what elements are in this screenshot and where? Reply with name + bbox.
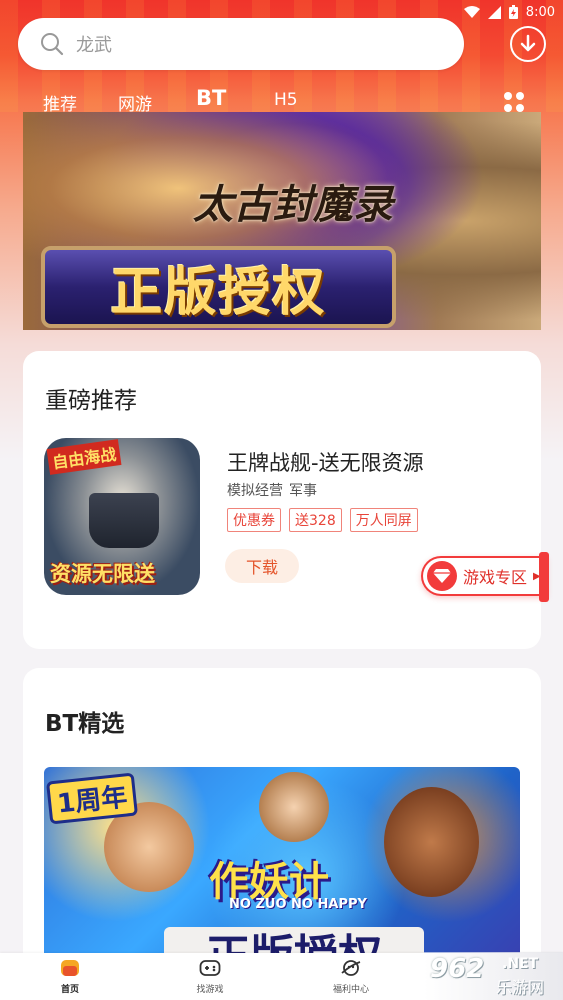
anniversary-badge: 1周年	[45, 772, 139, 825]
game-zone-button[interactable]: 游戏专区 ▶	[421, 552, 549, 602]
banner-plate: 正版授权	[41, 246, 396, 328]
bt-banner[interactable]: 1周年 作妖计 NO ZUO NO HAPPY 正版授权	[44, 767, 520, 968]
nav-home-label: 首页	[60, 985, 79, 995]
nav-home[interactable]: 首页	[30, 957, 110, 995]
tag-massive: 万人同屏	[349, 508, 418, 532]
nav-welfare-center[interactable]: 福利中心	[311, 957, 391, 995]
genre-label: 军事	[289, 483, 317, 499]
game-genres: 模拟经营 军事	[227, 480, 317, 500]
nav-find-games[interactable]: 找游戏	[170, 957, 250, 995]
game-icon-image[interactable]: 自由海战 资源无限送	[44, 438, 200, 595]
gift-planet-icon	[340, 957, 362, 979]
category-grid-icon[interactable]	[504, 92, 526, 114]
watermark-net: .NET	[502, 956, 539, 972]
banner-plate-text: 正版授权	[110, 262, 327, 323]
watermark-site-name: 乐游网	[496, 978, 545, 997]
status-time: 8:00	[525, 4, 555, 20]
home-icon	[59, 957, 81, 979]
diamond-icon	[427, 561, 457, 591]
bt-selection-card: BT精选 1周年 作妖计 NO ZUO NO HAPPY 正版授权	[23, 668, 541, 968]
site-watermark: 962 .NET 乐游网	[424, 952, 563, 1000]
tab-bt[interactable]: BT	[196, 86, 226, 110]
search-placeholder: 龙武	[76, 35, 112, 56]
download-manager-button[interactable]	[510, 26, 546, 62]
wifi-icon	[463, 6, 480, 18]
game-icon-tag-bottom: 资源无限送	[50, 562, 155, 586]
zone-edge	[539, 552, 549, 602]
banner-title: 太古封魔录	[193, 181, 393, 228]
genre-label: 模拟经营	[227, 483, 283, 499]
game-name[interactable]: 王牌战舰-送无限资源	[227, 447, 424, 477]
character-center	[259, 772, 329, 842]
bt-section-title: BT精选	[45, 711, 125, 737]
bt-game-logo-sub: NO ZUO NO HAPPY	[229, 897, 367, 912]
tab-h5[interactable]: H5	[274, 90, 298, 110]
game-zone-label: 游戏专区	[463, 568, 528, 587]
search-icon	[40, 32, 64, 56]
game-icon-tag-top: 自由海战	[46, 439, 122, 475]
tag-gift: 送328	[289, 508, 342, 532]
search-input[interactable]: 龙武	[18, 18, 464, 70]
tag-coupon: 优惠券	[227, 508, 281, 532]
battleship-graphic	[89, 493, 159, 548]
category-tabs: 推荐 网游 BT H5	[0, 84, 563, 115]
nav-welfare-label: 福利中心	[332, 985, 369, 995]
featured-section-title: 重磅推荐	[45, 388, 137, 414]
top-banner[interactable]: 太古封魔录 正版授权	[23, 112, 541, 330]
battery-icon	[508, 5, 518, 19]
gamepad-icon	[199, 957, 221, 979]
game-tags: 优惠券 送328 万人同屏	[227, 508, 418, 532]
featured-card: 重磅推荐 自由海战 资源无限送 王牌战舰-送无限资源 模拟经营 军事 优惠券 送3…	[23, 351, 541, 649]
download-icon	[519, 34, 537, 54]
character-right	[384, 787, 479, 897]
watermark-number: 962	[430, 954, 485, 984]
signal-icon	[487, 5, 501, 19]
download-button[interactable]: 下载	[225, 549, 299, 583]
nav-find-games-label: 找游戏	[196, 985, 224, 995]
